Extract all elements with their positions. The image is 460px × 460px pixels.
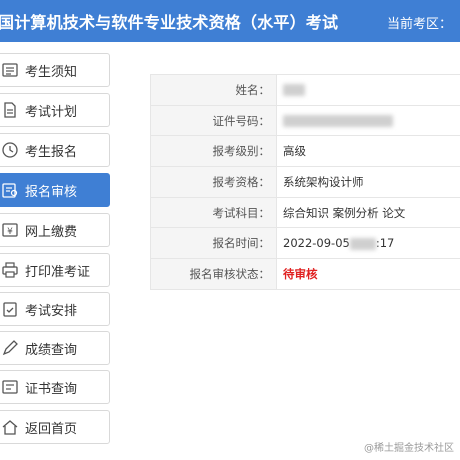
status-badge: 待审核 (283, 266, 318, 281)
sidebar-item-label: 考试安排 (25, 303, 78, 319)
svg-text:¥: ¥ (7, 227, 13, 237)
table-row: 报名审核状态： 待审核 (150, 258, 460, 290)
sidebar-item-label: 打印准考证 (25, 264, 91, 280)
registration-time-prefix: 2022-09-05 (283, 236, 350, 251)
printer-icon (0, 259, 21, 281)
sidebar-item-label: 网上缴费 (25, 224, 78, 240)
field-label-id-number: 证件号码： (150, 104, 277, 137)
field-value-qualification: 系统架构设计师 (276, 166, 460, 198)
registration-info-table: 姓名： 证件号码： 报考级别： 高级 报考资格： 系统架构设计师 考试科目： 综… (150, 74, 460, 290)
sidebar-item-registration[interactable]: 考生报名 (0, 133, 110, 167)
current-region-label: 当前考区： (386, 17, 452, 32)
sidebar-item-label: 证书查询 (25, 381, 78, 397)
sidebar-item-home[interactable]: 返回首页 (0, 410, 110, 444)
schedule-icon (0, 298, 21, 320)
field-value-registration-time: 2022-09-05 :17 (276, 227, 460, 260)
sidebar-item-exam-schedule[interactable]: 考试安排 (0, 292, 110, 326)
payment-icon: ¥ (0, 219, 21, 241)
field-label-registration-time: 报名时间： (150, 227, 277, 260)
redacted-time (349, 237, 376, 250)
sidebar-item-online-payment[interactable]: ¥ 网上缴费 (0, 213, 110, 247)
sidebar-item-print-ticket[interactable]: 打印准考证 (0, 253, 110, 287)
table-row: 报考级别： 高级 (150, 135, 460, 168)
score-icon (0, 337, 21, 359)
field-label-level: 报考级别： (150, 135, 277, 168)
home-icon (0, 416, 21, 438)
table-row: 证件号码： (150, 104, 460, 137)
sidebar-item-label: 考生报名 (25, 144, 78, 160)
sidebar-item-label: 考生须知 (25, 64, 78, 80)
certificate-icon (0, 376, 21, 398)
page-title: 国计算机技术与软件专业技术资格（水平）考试 (0, 13, 339, 32)
field-value-level: 高级 (276, 135, 460, 168)
sidebar-item-label: 报名审核 (25, 184, 78, 200)
sidebar-item-label: 返回首页 (25, 421, 78, 437)
redacted-id-number (283, 115, 393, 128)
sidebar-item-exam-plan[interactable]: 考试计划 (0, 93, 110, 127)
table-row: 考试科目： 综合知识 案例分析 论文 (150, 196, 460, 229)
field-label-subjects: 考试科目： (150, 196, 277, 229)
field-label-review-status: 报名审核状态： (150, 258, 277, 290)
watermark: @稀土掘金技术社区 (364, 443, 454, 454)
review-icon (0, 179, 21, 201)
field-value-subjects: 综合知识 案例分析 论文 (276, 196, 460, 229)
field-value-id-number (276, 104, 460, 137)
sidebar-item-certificate-query[interactable]: 证书查询 (0, 370, 110, 404)
field-value-name (276, 74, 460, 106)
registration-time-suffix: :17 (375, 236, 395, 251)
redacted-name (283, 84, 305, 97)
notice-icon (0, 59, 21, 81)
sidebar-item-registration-review[interactable]: 报名审核 (0, 173, 110, 207)
clock-icon (0, 139, 21, 161)
table-row: 报考资格： 系统架构设计师 (150, 166, 460, 198)
sidebar-item-score-query[interactable]: 成绩查询 (0, 331, 110, 365)
app-header: 国计算机技术与软件专业技术资格（水平）考试 当前考区： (0, 0, 460, 42)
sidebar-item-label: 考试计划 (25, 104, 78, 120)
table-row: 报名时间： 2022-09-05 :17 (150, 227, 460, 260)
field-label-qualification: 报考资格： (150, 166, 277, 198)
table-row: 姓名： (150, 74, 460, 106)
field-label-name: 姓名： (150, 74, 277, 106)
sidebar-item-label: 成绩查询 (25, 342, 78, 358)
plan-icon (0, 99, 21, 121)
sidebar-item-exam-notice[interactable]: 考生须知 (0, 53, 110, 87)
